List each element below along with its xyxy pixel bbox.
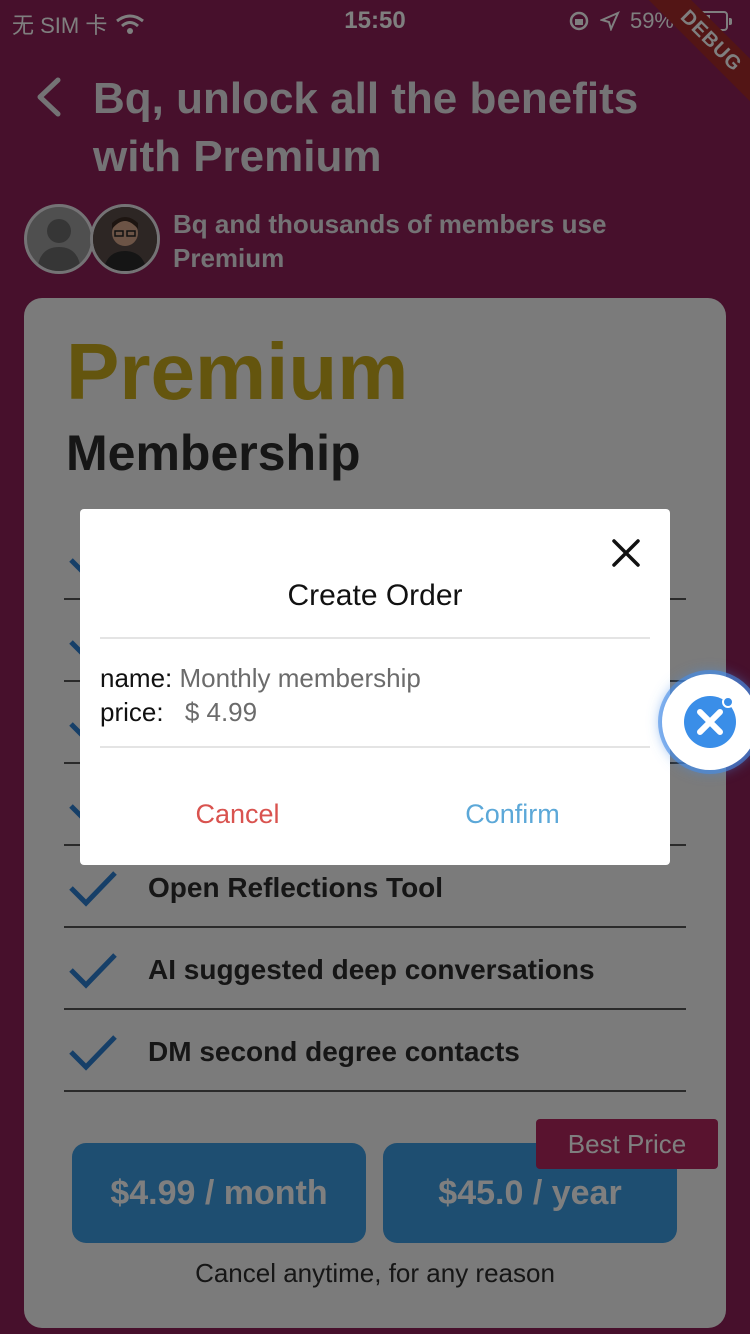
name-value: Monthly membership [179, 663, 421, 693]
price-label: price: [100, 697, 164, 727]
tool-badge-icon [684, 696, 736, 748]
app-screen: 无 SIM 卡 15:50 59% DEBUG Bq, unlock all [0, 0, 750, 1334]
floating-tool-button[interactable] [662, 674, 750, 770]
order-name-row: name: Monthly membership [100, 661, 421, 695]
create-order-dialog: Create Order name: Monthly membership pr… [80, 509, 670, 865]
tool-cross-icon [697, 696, 734, 735]
price-value: $ 4.99 [184, 697, 258, 727]
confirm-button[interactable]: Confirm [415, 799, 610, 830]
close-button[interactable] [610, 537, 642, 569]
divider [100, 637, 650, 639]
cancel-button[interactable]: Cancel [140, 799, 335, 830]
order-price-row: price: $ 4.99 [100, 695, 257, 729]
name-label: name: [100, 663, 173, 693]
divider [100, 746, 650, 748]
dialog-title: Create Order [287, 579, 463, 612]
close-icon [612, 539, 640, 567]
